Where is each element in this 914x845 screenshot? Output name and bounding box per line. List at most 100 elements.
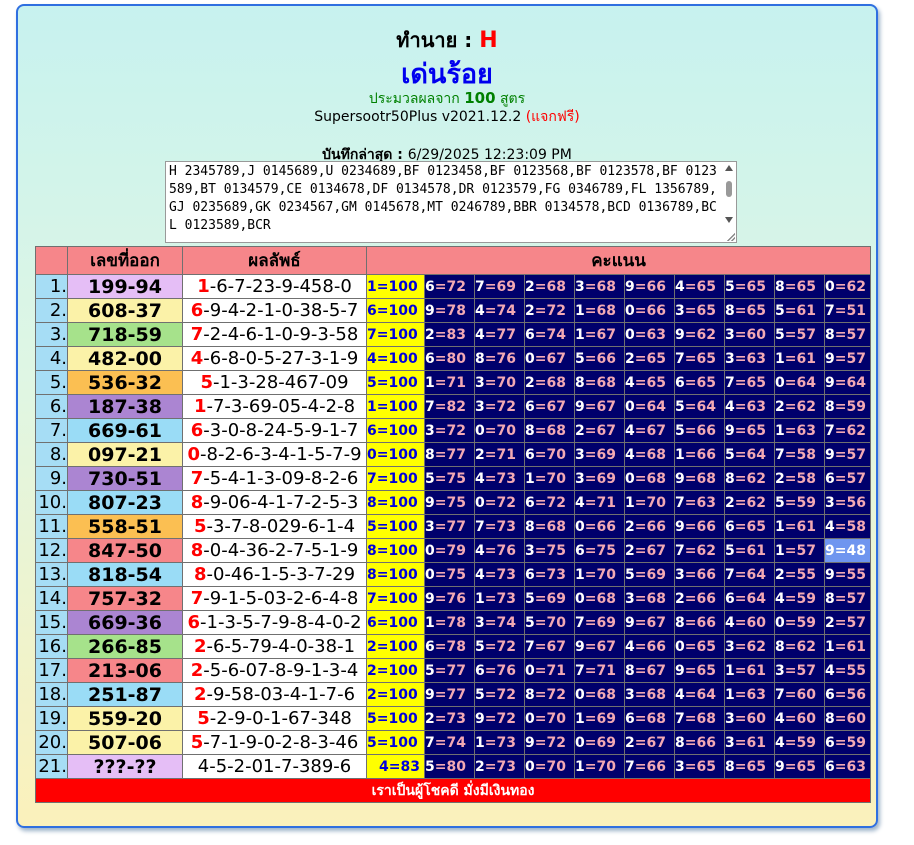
score-digit: 8	[825, 326, 835, 343]
score-value: =59	[784, 494, 816, 511]
score-value: =100	[376, 446, 418, 463]
score-cell: 0=100	[366, 442, 425, 467]
scroll-up-icon[interactable]	[725, 165, 733, 171]
score-digit: 8	[775, 638, 785, 655]
score-cell: 4=55	[823, 658, 872, 683]
textarea-scrollbar[interactable]	[723, 163, 735, 241]
score-cell: 2=100	[366, 682, 425, 707]
score-value: =77	[434, 446, 466, 463]
free-label: (แจกฟรี)	[525, 109, 580, 125]
score-digit: 0	[625, 470, 635, 487]
drawn-number: 558-51	[67, 514, 183, 539]
score-value: =58	[784, 446, 816, 463]
result-sequence: 8-0-4-36-2-7-5-1-9	[182, 538, 367, 563]
score-value: =100	[376, 494, 418, 511]
score-value: =65	[684, 350, 716, 367]
score-cell: 4=60	[724, 610, 775, 635]
score-digit: 0	[775, 614, 785, 631]
score-value: =59	[834, 734, 866, 751]
score-cell: 6=56	[823, 682, 872, 707]
score-value: =66	[684, 446, 716, 463]
score-value: =63	[634, 326, 666, 343]
score-digit: 9	[625, 614, 635, 631]
score-cell: 7=58	[774, 442, 825, 467]
score-digit: 6	[525, 446, 535, 463]
score-value: =64	[784, 374, 816, 391]
score-cell: 1=61	[774, 514, 825, 539]
formula-textarea[interactable]: H 2345789,J 0145689,U 0234689,BF 0123458…	[165, 161, 737, 243]
score-value: =72	[484, 686, 516, 703]
score-value: =73	[484, 734, 516, 751]
score-value: =64	[634, 398, 666, 415]
score-digit: 0	[525, 710, 535, 727]
score-digit: 7	[625, 758, 635, 775]
score-value: =65	[634, 374, 666, 391]
score-value: =67	[584, 422, 616, 439]
score-cell: 5=59	[774, 490, 825, 515]
score-value: =51	[834, 302, 866, 319]
score-cell: 9=62	[674, 322, 725, 347]
score-cell: 6=76	[474, 658, 525, 683]
score-digit: 7	[725, 374, 735, 391]
score-value: =64	[734, 446, 766, 463]
table-row: 13. 818-54 8-0-46-1-5-3-7-29 8=100 0=75 4=73 6…	[35, 562, 872, 587]
score-digit: 1	[525, 470, 535, 487]
score-cell: 3=68	[624, 682, 675, 707]
score-value: =61	[734, 734, 766, 751]
score-digit: 8	[725, 302, 735, 319]
drawn-number: 187-38	[67, 394, 183, 419]
score-value: =65	[734, 302, 766, 319]
score-value: =77	[434, 662, 466, 679]
row-index: 2.	[35, 298, 68, 323]
result-sequence: 2-5-6-07-8-9-1-3-4	[182, 658, 367, 683]
table-row: 15. 669-36 6-1-3-5-7-9-8-4-0-2 6=100 1=78 3=7…	[35, 610, 872, 635]
score-value: =76	[484, 662, 516, 679]
score-cell: 5=64	[724, 442, 775, 467]
score-digit: 5	[725, 446, 735, 463]
score-value: =72	[534, 686, 566, 703]
result-sequence: 6-9-4-2-1-0-38-5-7	[182, 298, 367, 323]
score-cell: 4=58	[823, 514, 872, 539]
drawn-number: 251-87	[67, 682, 183, 707]
score-cell: 2=71	[474, 442, 525, 467]
score-cell: 2=100	[366, 634, 425, 659]
score-value: =59	[784, 734, 816, 751]
score-cell: 1=71	[424, 370, 475, 395]
score-digit: 6	[425, 350, 435, 367]
row-index: 9.	[35, 466, 68, 491]
score-cell: 5=77	[424, 658, 475, 683]
score-digit: 0	[575, 518, 585, 535]
score-digit: 7	[367, 326, 377, 343]
scroll-thumb[interactable]	[726, 181, 732, 197]
score-digit: 9	[825, 566, 835, 583]
table-row: 11. 558-51 5-3-7-8-029-6-1-4 5=100 3=77 7=73 8…	[35, 514, 872, 539]
score-digit: 3	[725, 638, 735, 655]
score-cell: 7=100	[366, 466, 425, 491]
score-cell: 4=74	[474, 298, 525, 323]
score-cell: 9=66	[624, 274, 675, 299]
score-digit: 4	[475, 302, 485, 319]
score-cell: 2=68	[524, 274, 575, 299]
score-digit: 6	[825, 686, 835, 703]
score-digit: 8	[625, 662, 635, 679]
resize-grip-icon[interactable]	[727, 233, 735, 241]
score-cell: 2=68	[524, 370, 575, 395]
score-cell: 3=77	[424, 514, 475, 539]
score-cell: 6=72	[524, 490, 575, 515]
score-digit: 3	[475, 398, 485, 415]
score-value: =70	[534, 470, 566, 487]
score-cell: 1=61	[823, 634, 872, 659]
score-value: =68	[584, 302, 616, 319]
score-value: =55	[834, 662, 866, 679]
score-cell: 3=62	[724, 634, 775, 659]
drawn-number: 482-00	[67, 346, 183, 371]
score-digit: 0	[825, 278, 835, 295]
score-digit: 1	[575, 302, 585, 319]
score-digit: 6	[625, 710, 635, 727]
score-digit: 7	[575, 662, 585, 679]
score-cell: 9=76	[424, 586, 475, 611]
score-digit: 4	[825, 662, 835, 679]
score-value: =62	[784, 398, 816, 415]
scroll-down-icon[interactable]	[725, 217, 733, 223]
main-panel: ทำนาย : H เด่นร้อย ประมวลผลจาก 100 สูตร …	[16, 4, 878, 828]
